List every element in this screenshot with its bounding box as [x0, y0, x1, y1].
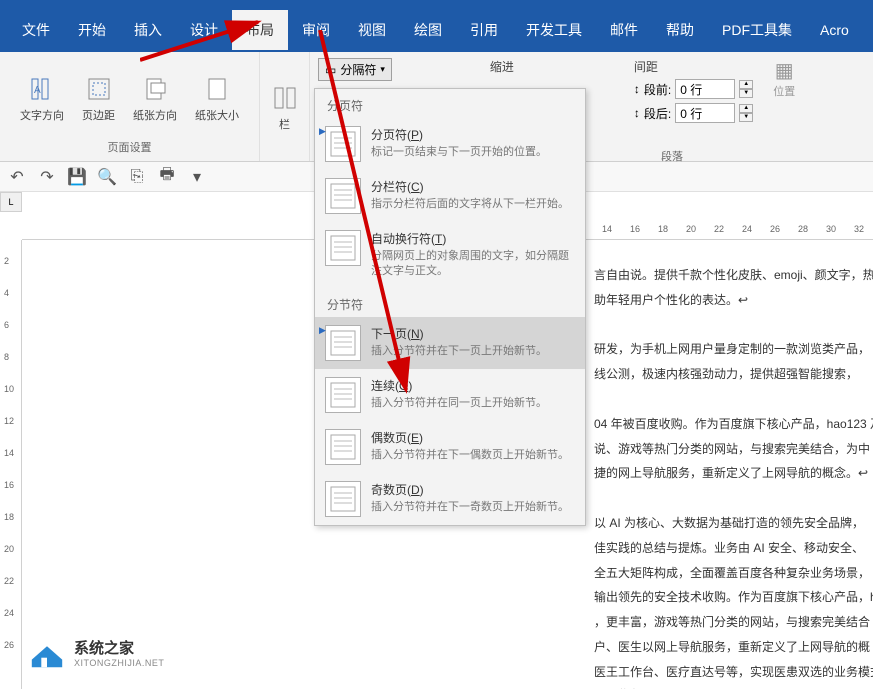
menu-draw[interactable]: 绘图	[400, 10, 456, 50]
save-button[interactable]: 💾	[68, 168, 86, 186]
breaks-icon: ▭	[325, 63, 336, 77]
breaks-item-3[interactable]: ▶ 下一页(N) 插入分节符并在下一页上开始新节。	[315, 317, 585, 369]
columns-icon	[269, 82, 301, 114]
break-type-icon	[325, 377, 361, 413]
spacing-before-label: 段前:	[644, 81, 671, 98]
redo-button[interactable]: ↷	[38, 168, 56, 186]
position-button[interactable]: ▦ 位置	[763, 52, 805, 161]
columns-button[interactable]: 栏	[261, 56, 309, 157]
arrow-up-icon: ↕	[634, 82, 640, 96]
section-breaks-header: 分节符	[315, 288, 585, 317]
break-item-desc: 指示分栏符后面的文字将从下一栏开始。	[371, 197, 575, 212]
spacing-before-input[interactable]	[675, 79, 735, 99]
page-setup-label: 页面设置	[108, 139, 152, 157]
spacing-before-spinner[interactable]: ▲▼	[739, 80, 753, 98]
spacing-after-input[interactable]	[675, 103, 735, 123]
indent-label: 缩进	[490, 58, 514, 75]
break-type-icon	[325, 178, 361, 214]
break-item-title: 分栏符(C)	[371, 178, 575, 195]
watermark-icon	[28, 633, 66, 671]
break-item-desc: 插入分节符并在下一偶数页上开始新节。	[371, 448, 575, 463]
menu-developer[interactable]: 开发工具	[512, 10, 596, 50]
breaks-dropdown: 分页符 ▶ 分页符(P) 标记一页结束与下一页开始的位置。分栏符(C) 指示分栏符后面…	[314, 88, 586, 526]
break-item-title: 连续(O)	[371, 377, 575, 394]
menu-references[interactable]: 引用	[456, 10, 512, 50]
break-item-title: 奇数页(D)	[371, 481, 575, 498]
document-text: 言自由说。提供千款个性化皮肤、emoji、颜文字，热助年轻用户个性化的表达。↩ …	[594, 264, 873, 689]
break-item-desc: 插入分节符并在同一页上开始新节。	[371, 396, 575, 411]
quick-print-button[interactable]: ⎘	[128, 168, 146, 186]
ruler-corner: L	[0, 192, 22, 212]
paragraph-group-label: 段落	[661, 148, 683, 164]
breaks-item-1[interactable]: 分栏符(C) 指示分栏符后面的文字将从下一栏开始。	[315, 170, 585, 222]
menu-layout[interactable]: 布局	[232, 10, 288, 50]
size-icon	[201, 73, 233, 105]
chevron-down-icon: ▾	[380, 64, 385, 75]
break-item-desc: 标记一页结束与下一页开始的位置。	[371, 145, 575, 160]
menu-file[interactable]: 文件	[8, 10, 64, 50]
margins-icon	[83, 73, 115, 105]
svg-text:A: A	[34, 85, 41, 96]
text-direction-icon: A	[26, 73, 58, 105]
margins-button[interactable]: 页边距	[74, 56, 123, 139]
menu-home[interactable]: 开始	[64, 10, 120, 50]
breaks-item-6[interactable]: 奇数页(D) 插入分节符并在下一奇数页上开始新节。	[315, 473, 585, 525]
spacing-after-label: 段后:	[644, 105, 671, 122]
menu-pdf[interactable]: PDF工具集	[708, 10, 806, 50]
breaks-item-5[interactable]: 偶数页(E) 插入分节符并在下一偶数页上开始新节。	[315, 421, 585, 473]
text-direction-button[interactable]: A 文字方向	[12, 56, 72, 139]
orientation-button[interactable]: 纸张方向	[125, 56, 185, 139]
break-item-title: 自动换行符(T)	[371, 230, 575, 247]
print-button[interactable]: 🖶	[158, 168, 176, 186]
break-type-icon	[325, 325, 361, 361]
vertical-ruler[interactable]: 2468101214161820222426	[0, 240, 22, 689]
menu-insert[interactable]: 插入	[120, 10, 176, 50]
menu-view[interactable]: 视图	[344, 10, 400, 50]
menu-review[interactable]: 审阅	[288, 10, 344, 50]
break-item-desc: 插入分节符并在下一页上开始新节。	[371, 344, 575, 359]
breaks-item-0[interactable]: ▶ 分页符(P) 标记一页结束与下一页开始的位置。	[315, 118, 585, 170]
triangle-icon: ▶	[319, 325, 326, 336]
break-item-desc: 插入分节符并在下一奇数页上开始新节。	[371, 500, 575, 515]
arrow-down-icon: ↕	[634, 106, 640, 120]
menu-design[interactable]: 设计	[176, 10, 232, 50]
break-type-icon	[325, 481, 361, 517]
spacing-after-spinner[interactable]: ▲▼	[739, 104, 753, 122]
menu-acro[interactable]: Acro	[806, 12, 863, 48]
menu-help[interactable]: 帮助	[652, 10, 708, 50]
menu-mail[interactable]: 邮件	[596, 10, 652, 50]
breaks-button[interactable]: ▭ 分隔符 ▾	[318, 58, 392, 81]
size-button[interactable]: 纸张大小	[187, 56, 247, 139]
break-type-icon	[325, 126, 361, 162]
breaks-item-2[interactable]: 自动换行符(T) 分隔网页上的对象周围的文字，如分隔题注文字与正文。	[315, 222, 585, 288]
preview-button[interactable]: 🔍	[98, 168, 116, 186]
break-type-icon	[325, 429, 361, 465]
menu-bar: 文件 开始 插入 设计 布局 审阅 视图 绘图 引用 开发工具 邮件 帮助 PD…	[0, 8, 873, 52]
breaks-item-4[interactable]: 连续(O) 插入分节符并在同一页上开始新节。	[315, 369, 585, 421]
qat-more-button[interactable]: ▾	[188, 168, 206, 186]
watermark: 系统之家 XITONGZHIJIA.NET	[28, 633, 164, 671]
orientation-icon	[139, 73, 171, 105]
position-icon: ▦	[775, 58, 794, 83]
spacing-label: 间距	[634, 58, 753, 75]
break-item-title: 偶数页(E)	[371, 429, 575, 446]
page-breaks-header: 分页符	[315, 89, 585, 118]
triangle-icon: ▶	[319, 126, 326, 137]
break-item-title: 分页符(P)	[371, 126, 575, 143]
break-item-title: 下一页(N)	[371, 325, 575, 342]
undo-button[interactable]: ↶	[8, 168, 26, 186]
break-type-icon	[325, 230, 361, 266]
break-item-desc: 分隔网页上的对象周围的文字，如分隔题注文字与正文。	[371, 249, 575, 280]
